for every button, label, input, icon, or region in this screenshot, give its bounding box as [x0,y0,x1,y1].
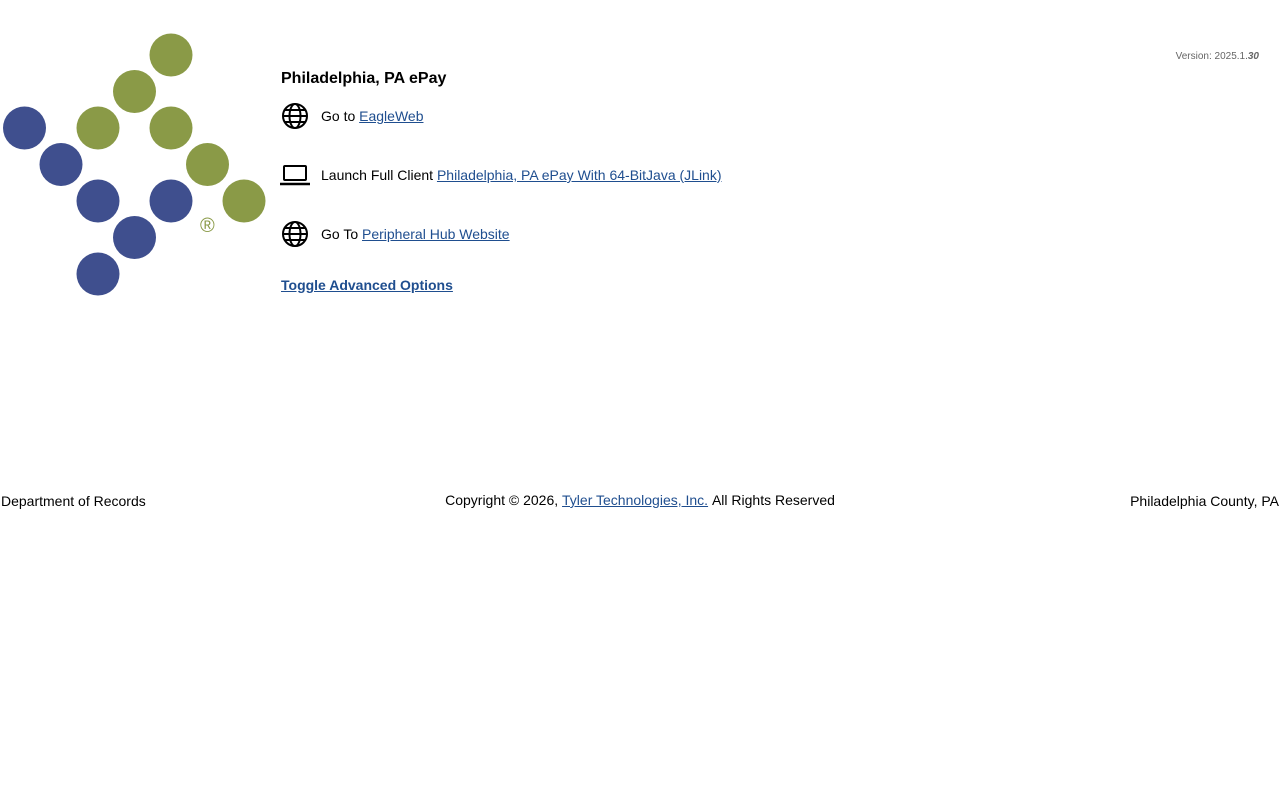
copyright: Copyright © 2026, Tyler Technologies, In… [0,492,1280,508]
version-text: Version: 2025.1. [1175,51,1248,62]
registered-mark: ® [200,215,215,237]
globe-icon [280,101,310,131]
logo-dot-green [222,179,266,223]
laptop-icon [280,160,310,190]
logo-dot-green [149,106,193,150]
logo-dot-blue [3,106,46,150]
county-label: Philadelphia County, PA [1130,493,1279,509]
launch-client-link[interactable]: Philadelphia, PA ePay With 64-BitJava (J… [437,167,722,183]
logo-dot-blue [113,216,156,259]
tyler-logo: ® [3,33,266,296]
copyright-suffix: All Rights Reserved [711,492,835,508]
page: ® Version: 2025.1.30 Philadelphia, PA eP… [0,0,1280,800]
eagleweb-link[interactable]: EagleWeb [359,108,423,124]
peripheral-hub-row: Go To Peripheral Hub Website [280,219,510,249]
peripheral-hub-link[interactable]: Peripheral Hub Website [362,226,510,242]
logo-dot-blue [76,179,120,223]
logo-dot-green [113,70,156,113]
logo-dot-blue [39,143,83,186]
footer: Department of Records Copyright © 2026, … [0,491,1280,511]
logo-dot-blue [76,252,120,296]
launch-client-prefix: Launch Full Client [321,167,434,183]
launch-client-row: Launch Full Client Philadelphia, PA ePay… [280,160,722,190]
version-build: 30 [1247,51,1259,62]
logo-dot-green [76,106,120,150]
eagleweb-row: Go to EagleWeb [280,101,423,131]
toggle-advanced-options-link[interactable]: Toggle Advanced Options [281,277,453,293]
version-label: Version: 2025.1.30 [1176,51,1259,62]
logo-dot-green [186,143,229,186]
globe-icon [280,219,310,249]
peripheral-hub-prefix: Go To [321,226,359,242]
copyright-prefix: Copyright © 2026, [445,492,559,508]
eagleweb-prefix: Go to [321,108,356,124]
logo-dot-green [149,33,193,77]
page-title: Philadelphia, PA ePay [281,70,447,87]
tyler-technologies-link[interactable]: Tyler Technologies, Inc. [562,492,708,508]
logo-dot-blue [149,179,193,223]
